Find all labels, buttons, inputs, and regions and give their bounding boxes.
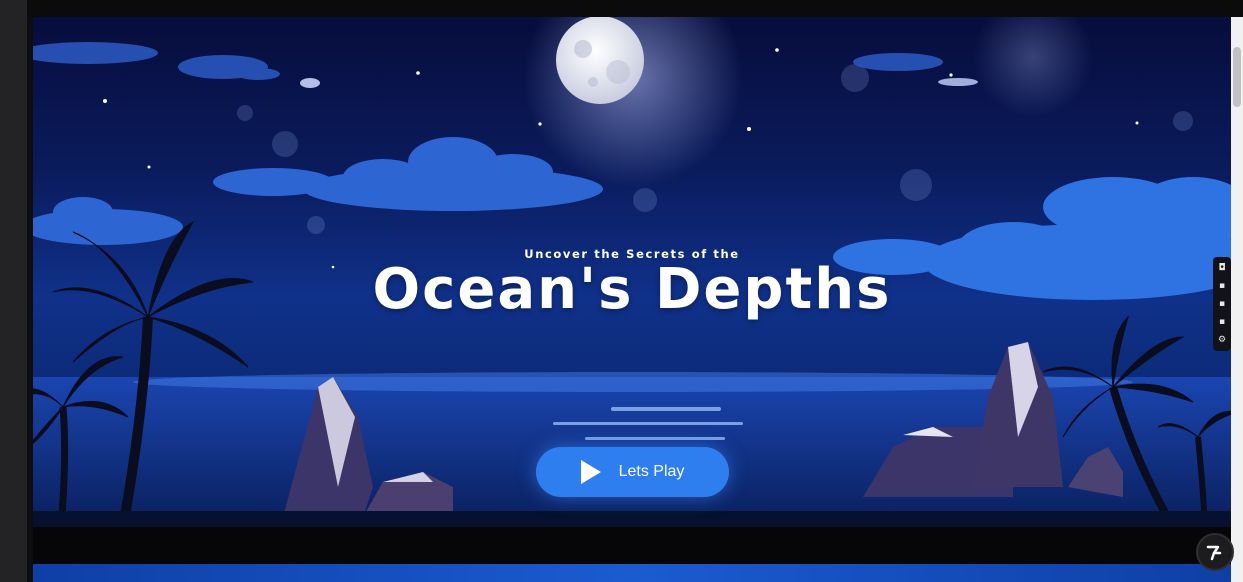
page-scrollbar[interactable] — [1231, 17, 1243, 582]
gear-icon[interactable]: ⚙ — [1217, 335, 1227, 345]
lets-play-label: Lets Play — [618, 463, 685, 480]
floating-toolbar[interactable]: ◘ ▪ ▪ ▪ ⚙ — [1213, 257, 1231, 351]
hero-title: Ocean's Depths — [372, 257, 892, 322]
play-icon — [580, 460, 601, 484]
square-icon[interactable]: ▪ — [1217, 281, 1227, 291]
camera-icon[interactable]: ◘ — [1217, 263, 1227, 273]
clouds — [33, 42, 978, 88]
window-top-edge — [27, 0, 1243, 17]
moon — [556, 17, 644, 104]
secondary-glow — [973, 17, 1093, 117]
scrollbar-thumb[interactable] — [1233, 47, 1241, 107]
badge-logo-icon — [1206, 545, 1222, 561]
horizon-glow — [133, 372, 1133, 392]
section-divider — [33, 527, 1231, 564]
square-icon[interactable]: ▪ — [1217, 317, 1227, 327]
lets-play-button[interactable]: Lets Play — [536, 447, 729, 497]
window-left-edge — [0, 0, 27, 582]
square-icon[interactable]: ▪ — [1217, 299, 1227, 309]
hero-section: Uncover the Secrets of the Ocean's Depth… — [33, 17, 1231, 527]
next-section-preview — [33, 564, 1231, 582]
app-badge-icon[interactable] — [1196, 533, 1234, 571]
